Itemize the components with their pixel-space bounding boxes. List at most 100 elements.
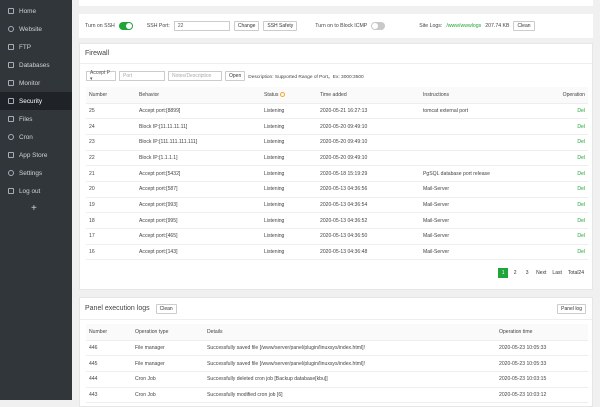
home-icon: [8, 8, 14, 14]
sidebar-item-label: Website: [19, 25, 42, 33]
behavior-cell: Accept port:[587]: [136, 181, 261, 198]
rule-number-cell: 22: [86, 150, 136, 167]
delete-rule-link[interactable]: Del: [544, 181, 588, 198]
sidebar-item-monitor[interactable]: Monitor: [0, 74, 72, 92]
add-menu-button[interactable]: +: [0, 200, 72, 218]
logs-table: Number Operation type Details Operation …: [86, 324, 588, 404]
grid-icon: [8, 152, 14, 158]
instructions-cell: Mail-Server: [420, 228, 544, 245]
column-header: Operation: [544, 87, 588, 104]
delete-rule-link[interactable]: Del: [544, 103, 588, 120]
sidebar: Home Website FTP Databases Monitor Secur…: [0, 0, 72, 400]
sidebar-item-home[interactable]: Home: [0, 2, 72, 20]
table-row: 24 Block IP:[11.11.11.11] Listening 2020-05…: [86, 118, 588, 135]
table-row: 25 Accept port:[8899] Listening 2020-05-21 …: [86, 103, 588, 120]
delete-rule-link[interactable]: Del: [544, 134, 588, 151]
ssh-port-input[interactable]: 22: [173, 21, 230, 31]
rule-number-cell: 18: [86, 212, 136, 229]
firewall-table: Number Behavior Status Time added Instru…: [86, 87, 588, 261]
instructions-cell: [420, 118, 544, 135]
delete-rule-link[interactable]: Del: [544, 212, 588, 229]
instructions-cell: Mail-Server: [420, 244, 544, 261]
sidebar-item-databases[interactable]: Databases: [0, 56, 72, 74]
sidebar-item-logout[interactable]: Log out: [0, 182, 72, 200]
delete-rule-link[interactable]: Del: [544, 244, 588, 261]
logs-title: Panel execution logs: [85, 305, 150, 312]
open-port-button[interactable]: Open: [225, 71, 246, 81]
time-added-cell: 2020-05-13 04:36:54: [317, 197, 420, 214]
page-1-button[interactable]: 1: [498, 268, 509, 279]
instructions-cell: [420, 150, 544, 167]
sidebar-item-ftp[interactable]: FTP: [0, 38, 72, 56]
time-added-cell: 2020-05-21 16:27:13: [317, 103, 420, 120]
clean-site-logs-button[interactable]: Clean: [513, 21, 535, 31]
sidebar-item-files[interactable]: Files: [0, 110, 72, 128]
panel-log-button[interactable]: Panel log: [557, 303, 586, 314]
help-icon[interactable]: [280, 91, 286, 97]
page-2-button[interactable]: 2: [510, 268, 521, 279]
main-content: Turn on SSH SSH Port: 22 Change SSH Safe…: [72, 0, 600, 407]
logout-icon: [8, 188, 14, 194]
site-logs-path-link[interactable]: /www/wwwlogs: [446, 23, 481, 29]
firewall-title: Firewall: [80, 44, 592, 64]
delete-rule-link[interactable]: Del: [544, 150, 588, 167]
instructions-cell: [420, 134, 544, 151]
instructions-cell: Mail-Server: [420, 197, 544, 214]
table-row: 16 Accept port:[143] Listening 2020-05-13 0…: [86, 244, 588, 261]
time-added-cell: 2020-05-13 04:36:56: [317, 181, 420, 198]
table-row: 443 Cron Job Successfully modified cron jo…: [86, 387, 588, 404]
icmp-toggle[interactable]: [371, 22, 386, 30]
status-cell: Listening: [261, 118, 317, 135]
details-cell: Successfully saved file [/www/server/pan…: [204, 340, 496, 357]
behavior-cell: Accept port:[465]: [136, 228, 261, 245]
operation-time-cell: 2020-05-23 10:03:12: [496, 387, 588, 404]
status-cell: Listening: [261, 212, 317, 229]
sidebar-item-label: Home: [19, 7, 37, 15]
sidebar-item-app-store[interactable]: App Store: [0, 146, 72, 164]
column-header: Time added: [317, 87, 420, 104]
behavior-select[interactable]: Accept P ▾: [86, 70, 116, 82]
delete-rule-link[interactable]: Del: [544, 118, 588, 135]
page-3-button[interactable]: 3: [522, 268, 533, 279]
ssh-toggle[interactable]: [118, 22, 133, 30]
behavior-cell: Block IP:[11.11.11.11]: [136, 118, 261, 135]
delete-rule-link[interactable]: Del: [544, 197, 588, 214]
operation-type-cell: File manager: [132, 355, 204, 372]
top-strip: [79, 0, 593, 6]
rule-number-cell: 17: [86, 228, 136, 245]
behavior-cell: Accept port:[5432]: [136, 165, 261, 182]
table-row: 446 File manager Successfully saved file […: [86, 340, 588, 357]
clean-logs-button[interactable]: Clean: [155, 303, 177, 314]
ftp-icon: [8, 44, 14, 50]
instructions-cell: Mail-Server: [420, 181, 544, 198]
gear-icon: [8, 170, 14, 176]
next-page-button[interactable]: Next: [534, 268, 549, 279]
sidebar-item-cron[interactable]: Cron: [0, 128, 72, 146]
column-header: Operation time: [496, 324, 588, 341]
sidebar-item-settings[interactable]: Settings: [0, 164, 72, 182]
sidebar-item-label: Log out: [19, 187, 41, 195]
ssh-port-label: SSH Port:: [146, 23, 170, 29]
clock-icon: [8, 134, 14, 140]
delete-rule-link[interactable]: Del: [544, 228, 588, 245]
rule-number-cell: 23: [86, 134, 136, 151]
table-row: 18 Accept port:[995] Listening 2020-05-13 0…: [86, 212, 588, 229]
last-page-button[interactable]: Last: [550, 268, 564, 279]
port-input[interactable]: Port: [119, 71, 165, 81]
table-row: 19 Accept port:[993] Listening 2020-05-13 0…: [86, 197, 588, 214]
sidebar-item-website[interactable]: Website: [0, 20, 72, 38]
operation-type-cell: Cron Job: [132, 387, 204, 404]
operation-type-cell: Cron Job: [132, 371, 204, 388]
globe-icon: [8, 26, 14, 32]
log-number-cell: 446: [86, 340, 132, 357]
delete-rule-link[interactable]: Del: [544, 165, 588, 182]
ssh-safety-button[interactable]: SSH Safety: [263, 21, 298, 31]
behavior-cell: Accept port:[995]: [136, 212, 261, 229]
change-port-button[interactable]: Change: [233, 21, 260, 31]
operation-time-cell: 2020-05-23 10:05:33: [496, 340, 588, 357]
sidebar-item-security[interactable]: Security: [0, 92, 72, 110]
time-added-cell: 2020-05-18 15:19:29: [317, 165, 420, 182]
notes-input[interactable]: Notes/Description: [168, 71, 222, 81]
behavior-cell: Accept port:[8899]: [136, 103, 261, 120]
database-icon: [8, 62, 14, 68]
